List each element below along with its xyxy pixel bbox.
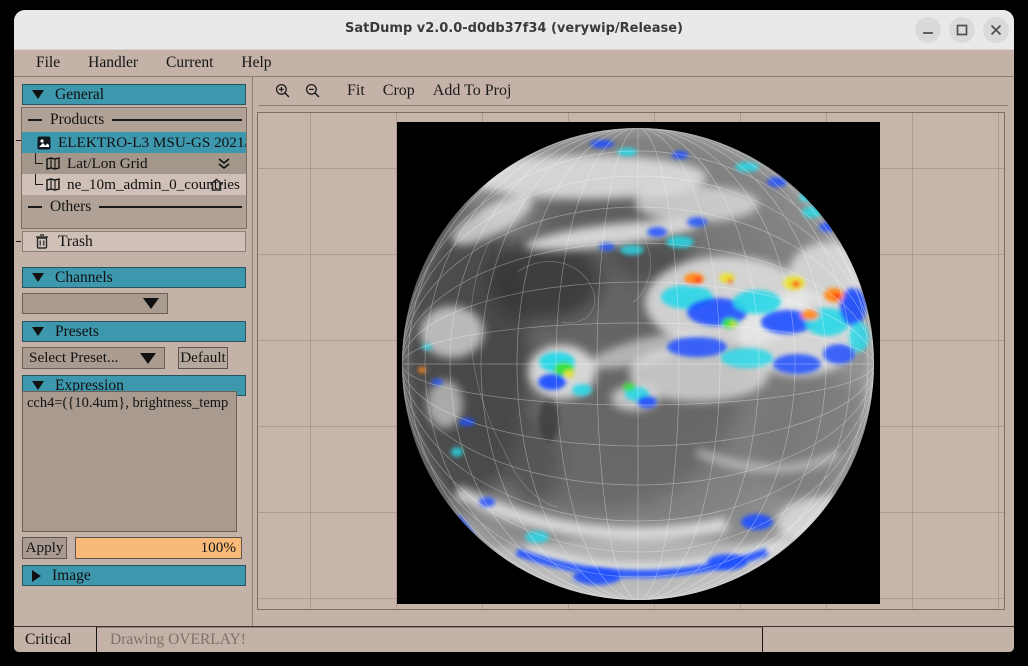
toolbar-separator <box>258 105 1008 106</box>
map-icon <box>46 157 60 170</box>
satellite-earth-image[interactable] <box>397 122 880 604</box>
minimize-icon <box>922 24 934 36</box>
section-presets[interactable]: Presets <box>22 321 246 342</box>
sidebar: General Products ELEKTRO-L3 MSU-GS 2021/ <box>14 77 252 626</box>
zoom-out-icon <box>305 83 321 99</box>
sidebar-splitter[interactable] <box>252 77 254 626</box>
maximize-icon <box>956 24 968 36</box>
products-separator: Products <box>22 108 246 132</box>
titlebar[interactable]: SatDump v2.0.0-d0db37f34 (verywip/Releas… <box>14 10 1014 50</box>
progress-value: 100% <box>201 539 236 557</box>
products-tree-panel: Products ELEKTRO-L3 MSU-GS 2021/ Lat/Lon… <box>21 107 247 229</box>
image-viewport[interactable] <box>257 112 1005 610</box>
home-icon[interactable] <box>209 178 224 191</box>
menu-handler[interactable]: Handler <box>79 52 147 74</box>
progress-bar: 100% <box>75 537 242 559</box>
minimize-button[interactable] <box>915 17 941 43</box>
default-button[interactable]: Default <box>178 347 228 369</box>
tree-item-product-label: ELEKTRO-L3 MSU-GS 2021/ <box>58 134 246 152</box>
expand-arrow-icon <box>32 570 41 582</box>
crop-button[interactable]: Crop <box>374 82 424 100</box>
expression-input[interactable]: cch4=({10.4um}, brightness_temp <box>22 391 237 532</box>
collapse-arrow-icon <box>32 273 44 282</box>
zoom-in-button[interactable] <box>268 83 298 99</box>
close-button[interactable] <box>983 17 1009 43</box>
double-chevron-down-icon[interactable] <box>216 157 232 171</box>
section-general[interactable]: General <box>22 84 246 105</box>
window-title: SatDump v2.0.0-d0db37f34 (verywip/Releas… <box>14 21 1014 36</box>
section-channels-label: Channels <box>55 269 113 287</box>
status-message: Drawing OVERLAY! <box>97 627 763 652</box>
zoom-in-icon <box>275 83 291 99</box>
tree-item-product[interactable]: ELEKTRO-L3 MSU-GS 2021/ <box>22 132 246 153</box>
statusbar: Critical Drawing OVERLAY! <box>14 626 1014 652</box>
menu-help[interactable]: Help <box>232 52 280 74</box>
collapse-arrow-icon <box>32 90 44 99</box>
app-window: SatDump v2.0.0-d0db37f34 (verywip/Releas… <box>14 10 1014 652</box>
map-icon <box>46 178 60 191</box>
section-presets-label: Presets <box>55 323 99 341</box>
menu-current[interactable]: Current <box>157 52 222 74</box>
channel-select[interactable] <box>22 293 168 314</box>
menubar: File Handler Current Help <box>14 50 1014 77</box>
apply-button[interactable]: Apply <box>22 537 67 559</box>
add-to-proj-button[interactable]: Add To Proj <box>424 82 521 100</box>
viewer-toolbar: Fit Crop Add To Proj <box>254 77 1014 105</box>
preset-selected-value: Select Preset... <box>29 349 118 367</box>
menu-file[interactable]: File <box>27 52 69 74</box>
section-image[interactable]: Image <box>22 565 246 586</box>
section-general-label: General <box>55 86 104 104</box>
collapse-arrow-icon <box>32 381 44 390</box>
tree-item-latlon-label: Lat/Lon Grid <box>67 155 148 173</box>
tree-item-latlon-grid[interactable]: Lat/Lon Grid <box>22 153 246 174</box>
preset-select[interactable]: Select Preset... <box>22 347 165 369</box>
dropdown-arrow-icon <box>140 353 156 364</box>
section-image-label: Image <box>52 567 91 585</box>
dropdown-arrow-icon <box>143 298 159 309</box>
log-level-selector[interactable]: Critical <box>14 627 97 652</box>
trash-icon <box>35 234 49 249</box>
products-label: Products <box>50 111 104 129</box>
others-label: Others <box>50 198 91 216</box>
tree-item-countries[interactable]: ne_10m_admin_0_countries <box>22 174 246 195</box>
zoom-out-button[interactable] <box>298 83 328 99</box>
maximize-button[interactable] <box>949 17 975 43</box>
others-separator: Others <box>22 195 246 219</box>
trash-label: Trash <box>58 233 93 251</box>
fit-button[interactable]: Fit <box>338 82 374 100</box>
image-file-icon <box>37 136 51 150</box>
section-channels[interactable]: Channels <box>22 267 246 288</box>
status-extra-cell <box>763 627 1014 652</box>
close-icon <box>990 24 1002 36</box>
collapse-arrow-icon <box>32 327 44 336</box>
trash-item[interactable]: Trash <box>22 231 246 252</box>
